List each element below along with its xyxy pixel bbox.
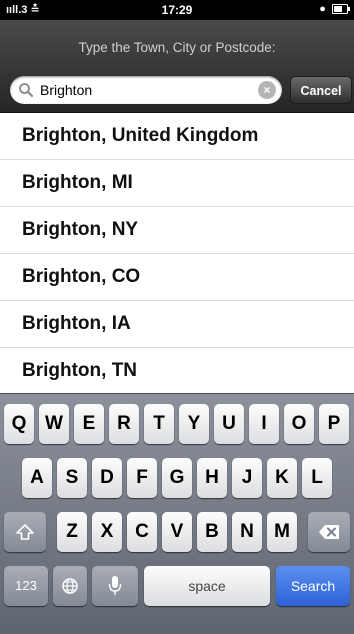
key-o[interactable]: O (284, 404, 314, 444)
key-q[interactable]: Q (4, 404, 34, 444)
key-i[interactable]: I (249, 404, 279, 444)
result-item[interactable]: Brighton, NY (0, 207, 354, 254)
key-l[interactable]: L (302, 458, 332, 498)
globe-key[interactable] (53, 566, 87, 606)
backspace-key[interactable] (308, 512, 350, 552)
shift-key[interactable] (4, 512, 46, 552)
status-time: 17:29 (161, 3, 193, 17)
result-item[interactable]: Brighton, United Kingdom (0, 113, 354, 160)
key-m[interactable]: M (267, 512, 297, 552)
numbers-key[interactable]: 123 (4, 566, 48, 606)
lock-icon: ● (319, 3, 326, 15)
key-c[interactable]: C (127, 512, 157, 552)
search-value: Brighton (40, 82, 93, 98)
key-e[interactable]: E (74, 404, 104, 444)
key-s[interactable]: S (57, 458, 87, 498)
key-d[interactable]: D (92, 458, 122, 498)
key-j[interactable]: J (232, 458, 262, 498)
search-input[interactable]: Brighton × (10, 76, 282, 104)
key-v[interactable]: V (162, 512, 192, 552)
search-header: Type the Town, City or Postcode: Brighto… (0, 20, 354, 113)
results-list: Brighton, United Kingdom Brighton, MI Br… (0, 113, 354, 395)
key-r[interactable]: R (109, 404, 139, 444)
search-prompt: Type the Town, City or Postcode: (78, 40, 276, 55)
globe-icon (62, 578, 78, 594)
microphone-key[interactable] (92, 566, 138, 606)
microphone-icon (108, 575, 122, 595)
key-h[interactable]: H (197, 458, 227, 498)
key-y[interactable]: Y (179, 404, 209, 444)
key-k[interactable]: K (267, 458, 297, 498)
backspace-icon (319, 524, 339, 539)
result-item[interactable]: Brighton, IA (0, 301, 354, 348)
space-key[interactable]: space (144, 566, 270, 606)
key-w[interactable]: W (39, 404, 69, 444)
key-x[interactable]: X (92, 512, 122, 552)
key-u[interactable]: U (214, 404, 244, 444)
result-item[interactable]: Brighton, TN (0, 348, 354, 395)
key-b[interactable]: B (197, 512, 227, 552)
result-item[interactable]: Brighton, MI (0, 160, 354, 207)
key-f[interactable]: F (127, 458, 157, 498)
key-z[interactable]: Z (57, 512, 87, 552)
key-a[interactable]: A (22, 458, 52, 498)
cancel-button[interactable]: Cancel (290, 76, 352, 104)
clear-icon[interactable]: × (258, 81, 276, 99)
key-t[interactable]: T (144, 404, 174, 444)
search-icon (19, 83, 33, 97)
search-key[interactable]: Search (276, 566, 350, 606)
battery-icon (332, 4, 350, 15)
key-g[interactable]: G (162, 458, 192, 498)
keyboard: Q W E R T Y U I O P A S D F G H J K L Z … (0, 393, 354, 634)
key-n[interactable]: N (232, 512, 262, 552)
key-p[interactable]: P (319, 404, 349, 444)
result-item[interactable]: Brighton, CO (0, 254, 354, 301)
status-bar: ııll.3 ≛ 17:29 ● (0, 0, 354, 20)
shift-icon (16, 524, 34, 540)
status-right: ● (319, 3, 350, 15)
